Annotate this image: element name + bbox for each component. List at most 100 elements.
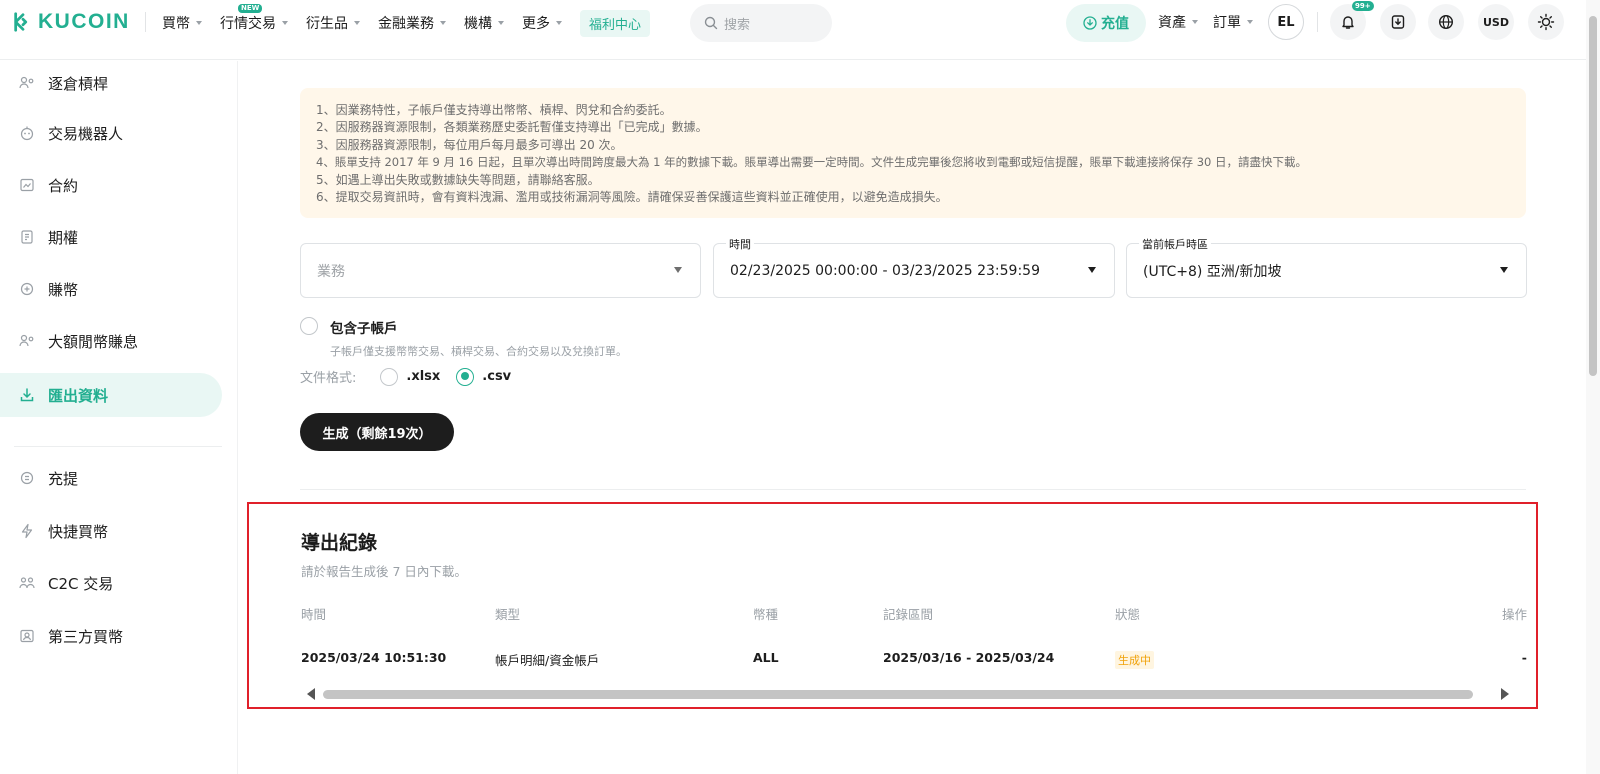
column-header-type: 類型 — [495, 607, 521, 622]
sun-icon — [1537, 13, 1555, 31]
timezone-value: (UTC+8) 亞洲/新加坡 — [1143, 263, 1282, 280]
chevron-down-icon — [354, 21, 360, 25]
nav-label: 衍生品 — [306, 16, 348, 32]
file-format-group: 文件格式: .xlsx .csv — [300, 367, 511, 386]
horizontal-scrollbar-thumb[interactable] — [323, 690, 1473, 699]
sidebar-item-options[interactable]: 期權 — [0, 215, 222, 259]
section-divider — [300, 489, 1526, 490]
column-header-time: 時間 — [301, 607, 327, 622]
sidebar-item-label: 第三方買幣 — [48, 627, 124, 646]
page-scrollbar[interactable] — [1586, 0, 1600, 774]
sidebar: 逐倉槓桿 交易機器人 合約 期權 賺幣 大額閒幣賺息 匯出資料 充提 快捷買幣 … — [0, 61, 238, 774]
sidebar-item-trading-bot[interactable]: 交易機器人 — [0, 111, 222, 155]
bell-icon — [1342, 16, 1354, 29]
notice-line: 1、因業務特性，子帳戶僅支持導出幣幣、槓桿、閃兌和合約委託。 — [316, 103, 672, 117]
sidebar-item-fast-buy[interactable]: 快捷買幣 — [0, 509, 222, 553]
sidebar-item-label: 賺幣 — [48, 280, 79, 299]
file-format-label: 文件格式: — [300, 371, 357, 386]
column-header-currency: 幣種 — [753, 607, 779, 622]
scroll-left-arrow-icon[interactable] — [307, 688, 315, 700]
new-badge: NEW — [238, 4, 263, 13]
nav-label: 交易 — [248, 16, 276, 32]
isolated-margin-icon — [18, 74, 36, 92]
sidebar-item-lending[interactable]: 大額閒幣賺息 — [0, 319, 222, 363]
scroll-right-arrow-icon[interactable] — [1501, 688, 1509, 700]
download-app-button[interactable] — [1380, 4, 1416, 40]
sidebar-item-earn[interactable]: 賺幣 — [0, 267, 222, 311]
currency-button[interactable]: USD — [1478, 4, 1514, 40]
nav-label: 行情 — [220, 16, 248, 32]
dropdown-arrow-icon — [1500, 267, 1508, 273]
format-csv-label[interactable]: .csv — [482, 369, 511, 384]
deposit-button[interactable]: 充值 — [1066, 4, 1146, 42]
generate-button[interactable]: 生成（剩餘19次） — [300, 413, 454, 451]
search-icon — [704, 16, 718, 30]
nav-divider — [145, 12, 146, 32]
chevron-down-icon — [282, 21, 288, 25]
sidebar-item-label: C2C 交易 — [48, 574, 114, 593]
notifications-button[interactable]: 99+ — [1330, 1, 1374, 40]
globe-icon — [1438, 14, 1454, 30]
business-select[interactable]: 業務 — [300, 243, 701, 298]
download-icon — [1391, 15, 1405, 29]
kucoin-logo[interactable]: KUCOIN — [12, 10, 130, 34]
notice-line: 4、賬單支持 2017 年 9 月 16 日起，且單次導出時間跨度最大為 1 年… — [316, 155, 1308, 170]
nav-label: 更多 — [522, 16, 550, 32]
format-xlsx-label[interactable]: .xlsx — [406, 369, 440, 384]
nav-item-derivatives[interactable]: 衍生品 — [306, 13, 360, 33]
format-xlsx-radio[interactable] — [380, 367, 399, 386]
nav-item-buy-crypto[interactable]: 買幣 — [162, 13, 202, 33]
include-sub-account-radio[interactable] — [300, 317, 318, 335]
time-range-select[interactable]: 時間 02/23/2025 00:00:00 - 03/23/2025 23:5… — [713, 236, 1115, 298]
time-label: 時間 — [726, 236, 754, 252]
fast-buy-icon — [18, 522, 36, 540]
column-header-status: 狀態 — [1115, 607, 1141, 622]
nav-label: 機構 — [464, 16, 492, 32]
chevron-down-icon — [1247, 20, 1253, 24]
sidebar-item-futures[interactable]: 合約 — [0, 163, 222, 207]
search-placeholder: 搜索 — [724, 17, 751, 33]
timezone-select[interactable]: 當前帳戶時區 (UTC+8) 亞洲/新加坡 — [1126, 236, 1527, 298]
sidebar-item-label: 快捷買幣 — [48, 522, 109, 541]
time-range-value: 02/23/2025 00:00:00 - 03/23/2025 23:59:5… — [730, 262, 1040, 279]
include-sub-account-label: 包含子帳戶 — [330, 321, 398, 337]
nav-item-more[interactable]: 更多 — [522, 13, 562, 33]
sidebar-item-label: 大額閒幣賺息 — [48, 332, 139, 351]
header-divider — [1317, 12, 1318, 32]
export-data-page: 1、因業務特性，子帳戶僅支持導出幣幣、槓桿、閃兌和合約委託。 2、因服務器資源限… — [238, 61, 1586, 774]
sidebar-item-isolated-margin[interactable]: 逐倉槓桿 — [0, 61, 222, 105]
nav-item-trade[interactable]: 交易 — [248, 13, 288, 33]
nav-item-institutional[interactable]: 機構 — [464, 13, 504, 33]
main-nav: 買幣 行情 NEW 交易 衍生品 金融業務 機構 更多 福利中心 — [162, 4, 668, 37]
nav-label: 金融業務 — [378, 16, 434, 32]
chevron-down-icon — [556, 21, 562, 25]
records-subtitle: 請於報告生成後 7 日內下載。 — [301, 564, 467, 579]
sidebar-item-export-data[interactable]: 匯出資料 — [0, 373, 222, 417]
welfare-center-link[interactable]: 福利中心 — [580, 9, 651, 37]
format-csv-radio[interactable] — [456, 367, 475, 386]
horizontal-scrollbar[interactable] — [301, 687, 1513, 701]
deposit-label: 充值 — [1101, 16, 1129, 32]
avatar[interactable]: EL — [1268, 4, 1304, 40]
sidebar-item-c2c[interactable]: C2C 交易 — [0, 561, 222, 605]
orders-menu[interactable]: 訂單 — [1213, 12, 1253, 32]
orders-label: 訂單 — [1213, 15, 1241, 31]
nav-item-finance[interactable]: 金融業務 — [378, 13, 446, 33]
scrollbar-thumb[interactable] — [1589, 16, 1597, 376]
sidebar-item-label: 期權 — [48, 228, 79, 247]
notice-line: 5、如遇上導出失敗或數據缺失等問題，請聯絡客服。 — [316, 172, 600, 187]
kucoin-logo-icon — [14, 12, 28, 32]
export-icon — [18, 386, 36, 404]
notice-line: 2、因服務器資源限制，各類業務歷史委託暫僅支持導出「已完成」數據。 — [316, 120, 708, 135]
notification-count-badge: 99+ — [1352, 1, 1374, 11]
nav-item-markets[interactable]: 行情 NEW — [220, 4, 263, 33]
cell-action[interactable]: - — [1522, 650, 1527, 665]
notice-line: 6、提取交易資訊時，會有資料洩漏、濫用或技術漏洞等風險。請確保妥善保護這些資料並… — [316, 190, 948, 205]
theme-toggle-button[interactable] — [1528, 4, 1564, 40]
sidebar-item-deposit-withdraw[interactable]: 充提 — [0, 456, 222, 500]
status-badge: 生成中 — [1115, 651, 1154, 669]
language-button[interactable] — [1428, 4, 1464, 40]
sidebar-item-third-party[interactable]: 第三方買幣 — [0, 614, 222, 658]
assets-menu[interactable]: 資產 — [1158, 12, 1198, 32]
search-input[interactable]: 搜索 — [690, 4, 832, 42]
